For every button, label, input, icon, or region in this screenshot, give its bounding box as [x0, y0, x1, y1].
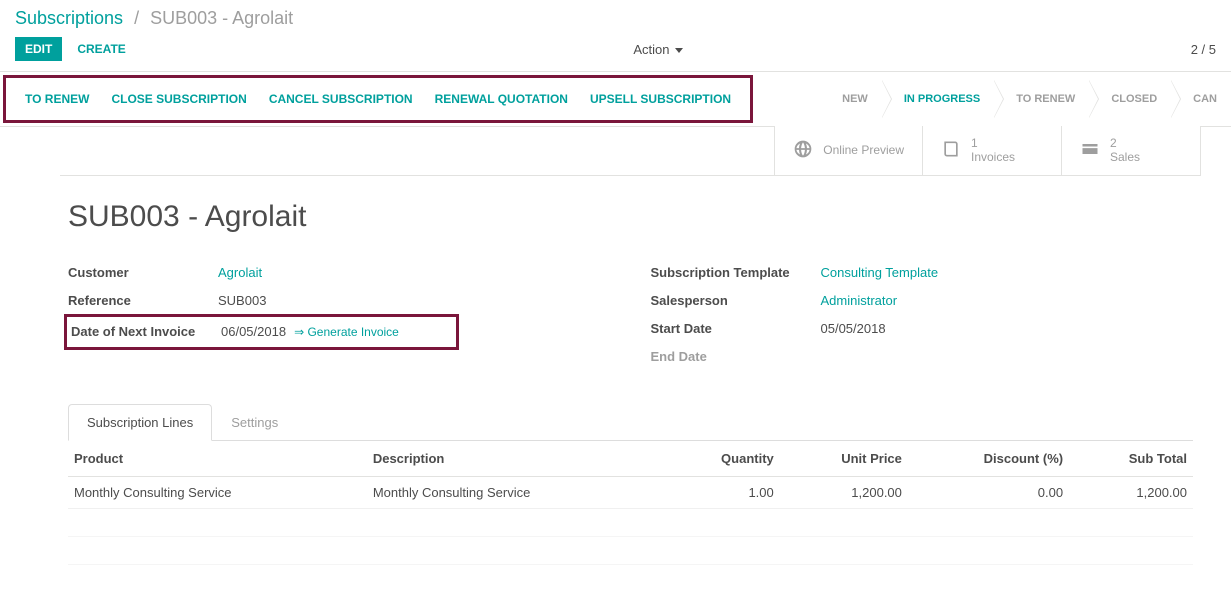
next-invoice-value: 06/05/2018: [221, 324, 286, 339]
col-discount[interactable]: Discount (%): [908, 441, 1069, 477]
chevron-down-icon: [675, 48, 683, 53]
end-date-label: End Date: [651, 349, 821, 364]
tab-subscription-lines[interactable]: Subscription Lines: [68, 404, 212, 441]
edit-button[interactable]: EDIT: [15, 37, 62, 61]
start-date-label: Start Date: [651, 321, 821, 336]
col-description[interactable]: Description: [367, 441, 666, 477]
status-new[interactable]: NEW: [828, 72, 882, 126]
template-value[interactable]: Consulting Template: [821, 265, 939, 280]
online-preview-button[interactable]: Online Preview: [774, 126, 923, 175]
breadcrumb-current: SUB003 - Agrolait: [150, 8, 293, 28]
sales-button[interactable]: 2 Sales: [1061, 126, 1201, 175]
breadcrumb: Subscriptions / SUB003 - Agrolait: [0, 0, 1231, 33]
col-quantity[interactable]: Quantity: [666, 441, 780, 477]
invoices-count: 1: [971, 136, 1015, 150]
generate-invoice-link[interactable]: ⇒ Generate Invoice: [294, 325, 399, 339]
cell-subtotal: 1,200.00: [1069, 476, 1193, 508]
col-product[interactable]: Product: [68, 441, 367, 477]
book-icon: [941, 139, 961, 162]
invoices-label: Invoices: [971, 150, 1015, 164]
pager[interactable]: 2 / 5: [1191, 42, 1216, 57]
table-row[interactable]: Monthly Consulting Service Monthly Consu…: [68, 476, 1193, 508]
cell-unit-price: 1,200.00: [780, 476, 908, 508]
start-date-value: 05/05/2018: [821, 321, 886, 336]
globe-icon: [793, 139, 813, 162]
template-label: Subscription Template: [651, 265, 821, 280]
cell-product: Monthly Consulting Service: [68, 476, 367, 508]
reference-value: SUB003: [218, 293, 266, 308]
statusbar: NEW IN PROGRESS TO RENEW CLOSED CAN: [828, 72, 1231, 126]
next-invoice-label: Date of Next Invoice: [71, 324, 221, 339]
create-button[interactable]: CREATE: [77, 37, 125, 61]
upsell-subscription-button[interactable]: UPSELL SUBSCRIPTION: [579, 78, 742, 120]
salesperson-label: Salesperson: [651, 293, 821, 308]
sales-count: 2: [1110, 136, 1140, 150]
highlight-workflow-buttons: TO RENEW CLOSE SUBSCRIPTION CANCEL SUBSC…: [3, 75, 753, 123]
subscription-lines-table: Product Description Quantity Unit Price …: [68, 441, 1193, 565]
customer-value[interactable]: Agrolait: [218, 265, 262, 280]
col-subtotal[interactable]: Sub Total: [1069, 441, 1193, 477]
table-row-blank: [68, 536, 1193, 564]
credit-card-icon: [1080, 139, 1100, 162]
sales-label: Sales: [1110, 150, 1140, 164]
record-title: SUB003 - Agrolait: [68, 200, 1193, 234]
to-renew-button[interactable]: TO RENEW: [14, 78, 100, 120]
close-subscription-button[interactable]: CLOSE SUBSCRIPTION: [100, 78, 257, 120]
action-dropdown[interactable]: Action: [633, 42, 683, 57]
highlight-next-invoice: Date of Next Invoice 06/05/2018 ⇒ Genera…: [64, 314, 459, 350]
tabs: Subscription Lines Settings: [68, 404, 1193, 441]
table-row-blank: [68, 508, 1193, 536]
status-in-progress[interactable]: IN PROGRESS: [882, 72, 994, 126]
renewal-quotation-button[interactable]: RENEWAL QUOTATION: [424, 78, 579, 120]
status-to-renew[interactable]: TO RENEW: [994, 72, 1089, 126]
cell-quantity: 1.00: [666, 476, 780, 508]
breadcrumb-separator: /: [134, 8, 139, 28]
breadcrumb-root[interactable]: Subscriptions: [15, 8, 123, 28]
salesperson-value[interactable]: Administrator: [821, 293, 898, 308]
col-unit-price[interactable]: Unit Price: [780, 441, 908, 477]
stat-buttons: Online Preview 1 Invoices 2 Sales: [60, 126, 1201, 176]
cell-discount: 0.00: [908, 476, 1069, 508]
status-closed[interactable]: CLOSED: [1089, 72, 1171, 126]
online-preview-label: Online Preview: [823, 143, 904, 157]
reference-label: Reference: [68, 293, 218, 308]
invoices-button[interactable]: 1 Invoices: [922, 126, 1062, 175]
cell-description: Monthly Consulting Service: [367, 476, 666, 508]
action-label: Action: [633, 42, 669, 57]
header-bar: TO RENEW CLOSE SUBSCRIPTION CANCEL SUBSC…: [0, 71, 1231, 127]
control-bar: EDIT CREATE Action 2 / 5: [0, 33, 1231, 71]
customer-label: Customer: [68, 265, 218, 280]
tab-settings[interactable]: Settings: [212, 404, 297, 440]
cancel-subscription-button[interactable]: CANCEL SUBSCRIPTION: [258, 78, 424, 120]
